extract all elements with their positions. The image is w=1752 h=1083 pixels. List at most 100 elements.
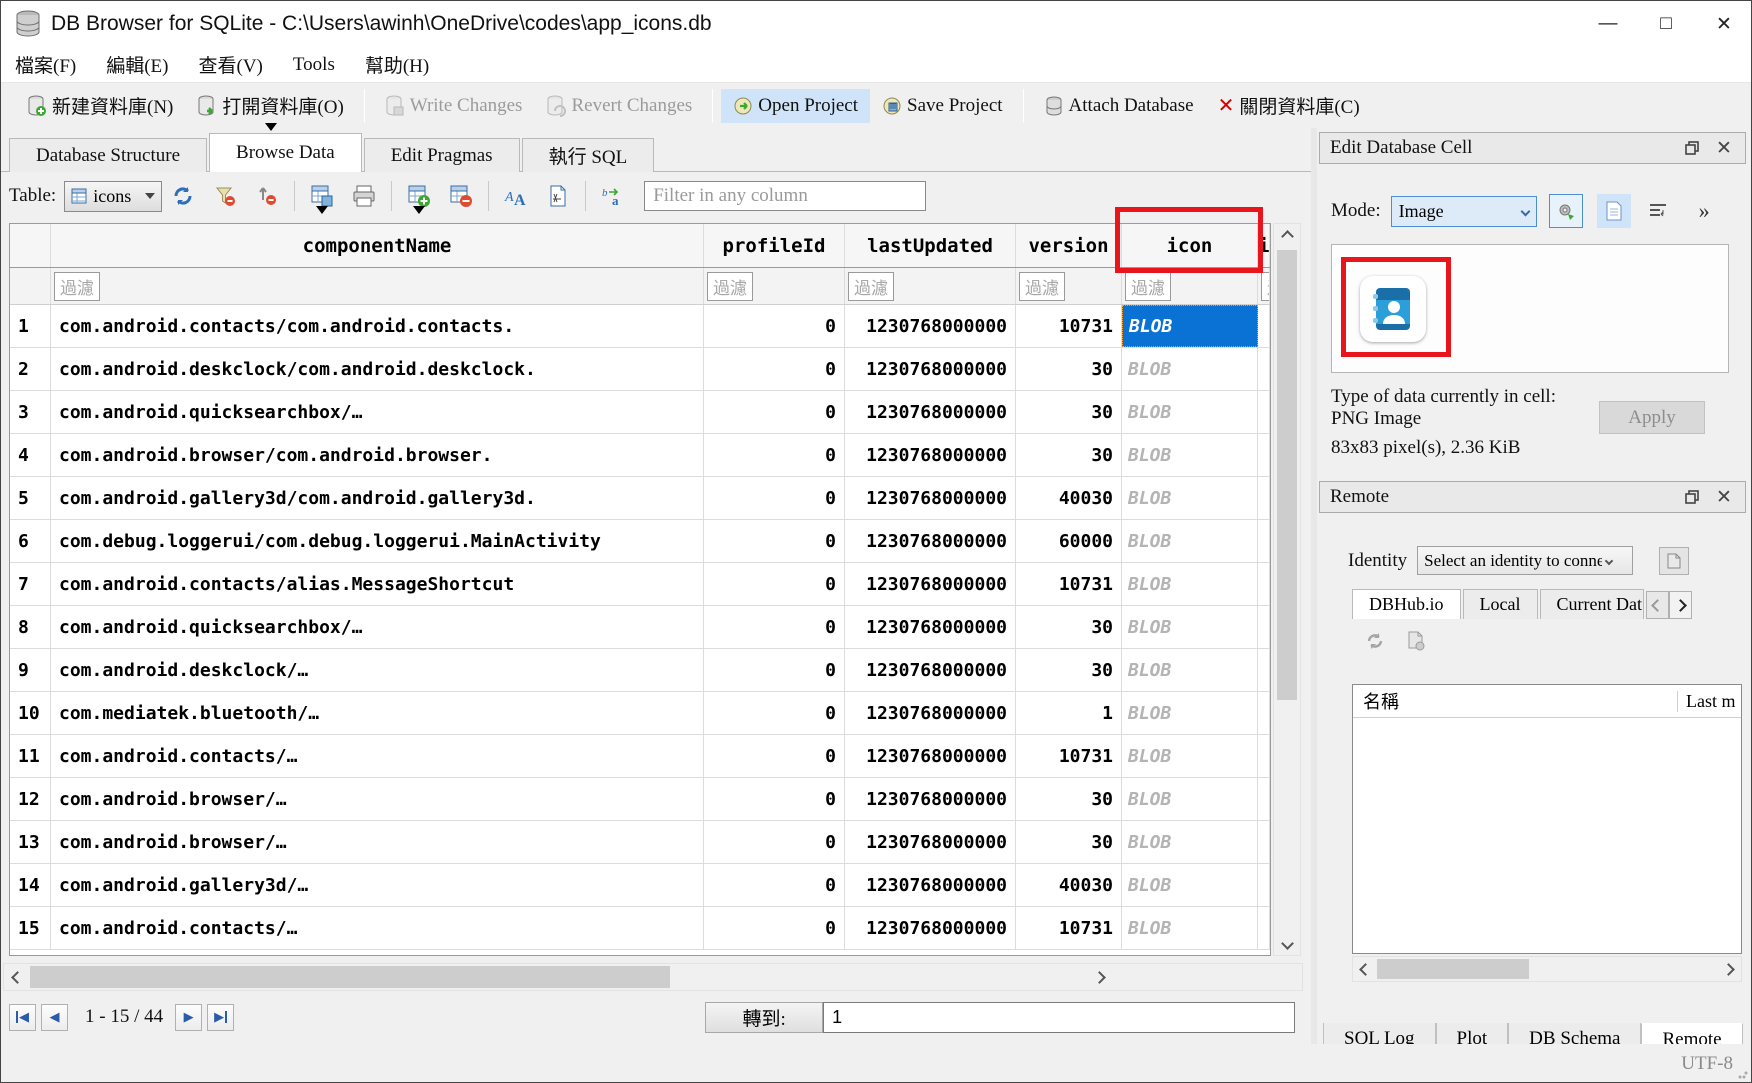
cell-partial[interactable]: [1258, 434, 1270, 476]
cell-profileId[interactable]: 0: [704, 434, 845, 476]
cell-icon[interactable]: BLOB: [1122, 907, 1258, 949]
tab-database-structure[interactable]: Database Structure: [9, 138, 207, 172]
filter-version[interactable]: 過濾: [1019, 272, 1065, 301]
open-database-dropdown-caret[interactable]: [265, 123, 277, 131]
cell-partial[interactable]: [1258, 563, 1270, 605]
cell-icon[interactable]: BLOB: [1122, 563, 1258, 605]
cell-version[interactable]: 30: [1016, 434, 1122, 476]
tab-local[interactable]: Local: [1463, 589, 1538, 619]
cell-version[interactable]: 40030: [1016, 477, 1122, 519]
row-number-cell[interactable]: 3: [10, 391, 51, 433]
cell-partial[interactable]: [1258, 907, 1270, 949]
cell-profileId[interactable]: 0: [704, 391, 845, 433]
row-number-cell[interactable]: 2: [10, 348, 51, 390]
cell-partial[interactable]: [1258, 305, 1270, 347]
row-number-cell[interactable]: 13: [10, 821, 51, 863]
scroll-left-icon[interactable]: [4, 964, 30, 990]
last-record-button[interactable]: ▶: [207, 1004, 234, 1031]
row-number-cell[interactable]: 8: [10, 606, 51, 648]
col-header-profileId[interactable]: profileId: [704, 224, 845, 267]
row-number-cell[interactable]: 9: [10, 649, 51, 691]
cell-lastUpdated[interactable]: 1230768000000: [845, 520, 1016, 562]
cell-componentName[interactable]: com.android.deskclock/…: [51, 649, 704, 691]
close-button[interactable]: ✕: [1695, 1, 1752, 47]
float-panel-icon[interactable]: [1681, 486, 1703, 508]
cell-componentName[interactable]: com.android.contacts/alias.MessageShortc…: [51, 563, 704, 605]
cell-componentName[interactable]: com.android.contacts/com.android.contact…: [51, 305, 704, 347]
cell-version[interactable]: 10731: [1016, 907, 1122, 949]
filter-componentName[interactable]: 過濾: [54, 272, 100, 301]
filter-lastUpdated[interactable]: 過濾: [848, 272, 894, 301]
cell-profileId[interactable]: 0: [704, 778, 845, 820]
cell-lastUpdated[interactable]: 1230768000000: [845, 348, 1016, 390]
cell-icon[interactable]: BLOB: [1122, 305, 1258, 347]
grid-horizontal-scrollbar[interactable]: [3, 963, 1303, 991]
tab-dbhub[interactable]: DBHub.io: [1352, 589, 1461, 619]
next-record-button[interactable]: ▶: [175, 1004, 202, 1031]
menu-view[interactable]: 查看(V): [199, 51, 263, 78]
cell-profileId[interactable]: 0: [704, 477, 845, 519]
insert-record-dropdown-caret[interactable]: [413, 206, 425, 214]
col-header-componentName[interactable]: componentName: [51, 224, 704, 267]
minimize-button[interactable]: —: [1579, 1, 1637, 47]
menu-file[interactable]: 檔案(F): [15, 51, 76, 78]
cell-profileId[interactable]: 0: [704, 606, 845, 648]
col-header-version[interactable]: version: [1016, 224, 1122, 267]
identity-settings-button[interactable]: [1659, 547, 1689, 575]
cell-partial[interactable]: [1258, 520, 1270, 562]
cell-partial[interactable]: [1258, 477, 1270, 519]
cell-componentName[interactable]: com.android.browser/…: [51, 821, 704, 863]
row-number-cell[interactable]: 7: [10, 563, 51, 605]
cell-icon[interactable]: BLOB: [1122, 735, 1258, 777]
save-project-button[interactable]: Save Project: [870, 89, 1015, 123]
cell-partial[interactable]: [1258, 778, 1270, 820]
tab-scroll-left-icon[interactable]: [1646, 591, 1669, 619]
row-number-cell[interactable]: 15: [10, 907, 51, 949]
grid-vertical-scrollbar[interactable]: [1273, 223, 1301, 956]
float-panel-icon[interactable]: [1681, 137, 1703, 159]
scroll-right-icon[interactable]: [1086, 964, 1112, 990]
insert-record-icon[interactable]: [407, 184, 431, 208]
remote-col-lastmodified[interactable]: Last m: [1677, 691, 1741, 712]
close-panel-icon[interactable]: ✕: [1713, 486, 1735, 508]
open-database-button[interactable]: 打開資料庫(O): [185, 86, 355, 125]
resize-grip-icon[interactable]: [1738, 1069, 1748, 1079]
cell-version[interactable]: 30: [1016, 778, 1122, 820]
clear-filter-icon[interactable]: [213, 184, 237, 208]
cell-componentName[interactable]: com.android.gallery3d/com.android.galler…: [51, 477, 704, 519]
cell-profileId[interactable]: 0: [704, 348, 845, 390]
scroll-right-icon[interactable]: [1716, 956, 1740, 982]
cell-version[interactable]: 1: [1016, 692, 1122, 734]
cell-lastUpdated[interactable]: 1230768000000: [845, 563, 1016, 605]
print-icon[interactable]: [352, 184, 376, 208]
cell-icon[interactable]: BLOB: [1122, 864, 1258, 906]
cell-lastUpdated[interactable]: 1230768000000: [845, 692, 1016, 734]
row-number-cell[interactable]: 10: [10, 692, 51, 734]
cell-version[interactable]: 60000: [1016, 520, 1122, 562]
cell-componentName[interactable]: com.android.contacts/…: [51, 735, 704, 777]
cell-partial[interactable]: [1258, 606, 1270, 648]
cell-icon[interactable]: BLOB: [1122, 778, 1258, 820]
previous-record-button[interactable]: ◀: [41, 1004, 68, 1031]
cell-version[interactable]: 30: [1016, 391, 1122, 433]
scroll-up-icon[interactable]: [1274, 224, 1300, 248]
delete-record-icon[interactable]: [449, 184, 473, 208]
row-number-cell[interactable]: 5: [10, 477, 51, 519]
cell-partial[interactable]: [1258, 735, 1270, 777]
clear-sort-icon[interactable]: [255, 184, 279, 208]
save-table-dropdown-caret[interactable]: [316, 206, 328, 214]
cell-icon[interactable]: BLOB: [1122, 821, 1258, 863]
row-number-cell[interactable]: 14: [10, 864, 51, 906]
cell-componentName[interactable]: com.android.deskclock/com.android.deskcl…: [51, 348, 704, 390]
attach-database-button[interactable]: Attach Database: [1032, 89, 1206, 123]
save-table-icon[interactable]: [310, 184, 334, 208]
cell-lastUpdated[interactable]: 1230768000000: [845, 434, 1016, 476]
cell-componentName[interactable]: com.debug.loggerui/com.debug.loggerui.Ma…: [51, 520, 704, 562]
filter-profileId[interactable]: 過濾: [707, 272, 753, 301]
cell-lastUpdated[interactable]: 1230768000000: [845, 477, 1016, 519]
cell-componentName[interactable]: com.android.gallery3d/…: [51, 864, 704, 906]
filter-icon[interactable]: 過濾: [1125, 272, 1171, 301]
row-number-cell[interactable]: 11: [10, 735, 51, 777]
remote-clone-icon[interactable]: [1407, 631, 1425, 651]
remote-refresh-icon[interactable]: [1365, 631, 1385, 651]
